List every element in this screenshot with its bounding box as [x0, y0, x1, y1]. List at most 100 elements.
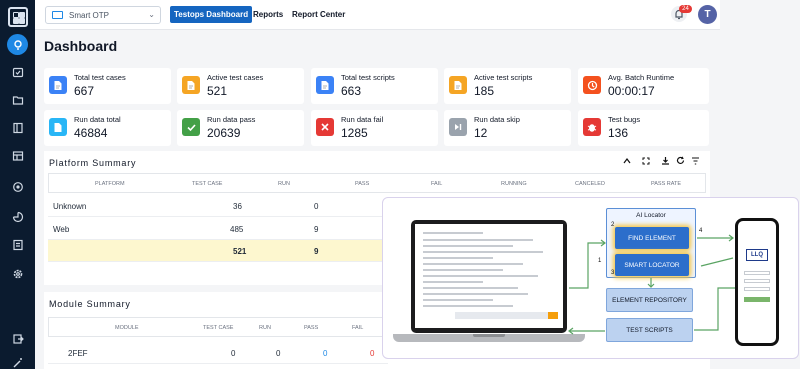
calendar-icon [12, 67, 23, 77]
folder-icon [49, 118, 67, 136]
stat-label: Test bugs [608, 115, 641, 124]
sidebar-item-settings[interactable] [7, 263, 28, 284]
run-cell: 0 [276, 349, 281, 358]
stat-value: 663 [341, 84, 362, 98]
stat-value: 20639 [207, 126, 241, 140]
sidebar-item-book[interactable] [7, 117, 28, 138]
column-header[interactable]: Test case [192, 181, 222, 187]
folder-icon [12, 95, 23, 105]
stat-value: 00:00:17 [608, 84, 655, 98]
fail-cell: 0 [370, 349, 375, 358]
run-cell: 0 [314, 202, 319, 211]
avatar[interactable]: T [698, 5, 717, 24]
stat-card: Run data pass 20639 [177, 110, 304, 146]
column-header[interactable]: Pass rate [651, 181, 681, 187]
tab-testops-dashboard[interactable]: Testops Dashboard [170, 6, 253, 23]
stat-value: 46884 [74, 126, 108, 140]
test-case-cell: 0 [231, 349, 236, 358]
stat-label: Total test scripts [341, 73, 395, 82]
sidebar-item-target[interactable] [7, 176, 28, 197]
stat-card: Total test cases 667 [44, 68, 171, 104]
project-select[interactable]: Smart OTP ⌄ [45, 6, 161, 24]
stat-card: Avg. Batch Runtime 00:00:17 [578, 68, 709, 104]
list-icon [12, 239, 23, 250]
sidebar-item-export[interactable] [7, 328, 28, 349]
column-header[interactable]: Run [278, 181, 290, 187]
document-icon [182, 76, 200, 94]
clock-icon [583, 76, 601, 94]
sidebar-item-calendar[interactable] [7, 61, 28, 82]
stat-value: 667 [74, 84, 95, 98]
sidebar-item-dashboard[interactable] [7, 34, 28, 55]
column-header[interactable]: Pass [304, 325, 318, 331]
sidebar-item-table[interactable] [7, 145, 28, 166]
step-label: 2 [611, 222, 615, 228]
sidebar-item-folder[interactable] [7, 89, 28, 110]
step-label: 3 [611, 270, 615, 276]
stat-value: 1285 [341, 126, 368, 140]
location-pin-icon [13, 39, 22, 50]
sidebar [0, 0, 35, 369]
sidebar-item-list[interactable] [7, 234, 28, 255]
refresh-icon[interactable] [676, 156, 685, 165]
flow-arrows [568, 234, 735, 335]
stat-card: Run data fail 1285 [311, 110, 438, 146]
app-grid-logo-icon[interactable] [8, 7, 28, 27]
column-header[interactable]: Fail [352, 325, 363, 331]
magic-wand-icon [13, 357, 22, 367]
export-icon [12, 333, 24, 344]
column-header[interactable]: Pass [355, 181, 369, 187]
stat-card: Active test scripts 185 [444, 68, 571, 104]
close-icon [316, 118, 334, 136]
column-header[interactable]: Canceled [575, 181, 605, 187]
column-header[interactable]: Fail [431, 181, 442, 187]
stat-label: Active test scripts [474, 73, 533, 82]
column-header[interactable]: Test case [203, 325, 233, 331]
notification-badge: 24 [679, 5, 692, 13]
column-header[interactable]: Platform [95, 181, 125, 187]
run-cell: 9 [314, 225, 319, 234]
test-case-cell: 485 [230, 225, 244, 234]
tab-report-center[interactable]: Report Center [288, 6, 349, 23]
stat-value: 136 [608, 126, 629, 140]
stat-label: Run data pass [207, 115, 256, 124]
platform-table-header: Platform Test case Run Pass Fail Running… [48, 173, 706, 193]
total-run-cell: 9 [314, 247, 319, 256]
column-header[interactable]: Module [115, 325, 139, 331]
platform-cell: Web [53, 225, 70, 234]
sidebar-item-magic[interactable] [7, 352, 28, 369]
chevron-up-icon[interactable] [623, 157, 631, 165]
step-label: 1 [598, 258, 602, 264]
project-select-value: Smart OTP [69, 10, 110, 20]
column-header[interactable]: Running [501, 181, 527, 187]
document-icon [49, 76, 67, 94]
stat-label: Total test cases [74, 73, 126, 82]
filter-icon[interactable] [691, 157, 700, 165]
fullscreen-icon[interactable] [642, 157, 650, 165]
tab-reports[interactable]: Reports [249, 6, 287, 23]
column-header[interactable]: Run [259, 325, 271, 331]
skip-icon [449, 118, 467, 136]
download-icon[interactable] [661, 156, 670, 165]
stat-value: 12 [474, 126, 488, 140]
stat-label: Active test cases [207, 73, 264, 82]
module-cell: 2FEF [68, 349, 88, 358]
document-icon [449, 76, 467, 94]
target-icon [12, 181, 23, 192]
check-icon [182, 118, 200, 136]
monitor-icon [52, 11, 63, 19]
book-icon [12, 122, 23, 133]
sidebar-item-chart[interactable] [7, 206, 28, 227]
total-test-case-cell: 521 [233, 247, 247, 256]
stat-value: 185 [474, 84, 495, 98]
stat-label: Run data total [74, 115, 121, 124]
chevron-down-icon: ⌄ [148, 10, 155, 19]
table-row[interactable]: 2FEF 0 0 0 0 [48, 342, 388, 364]
test-case-cell: 36 [233, 202, 242, 211]
stat-card: Run data total 46884 [44, 110, 171, 146]
topbar: Smart OTP ⌄ Testops Dashboard Reports Re… [35, 0, 720, 30]
stat-label: Avg. Batch Runtime [608, 73, 675, 82]
gear-icon [13, 269, 22, 278]
stat-label: Run data fail [341, 115, 384, 124]
pie-chart-icon [12, 211, 23, 222]
